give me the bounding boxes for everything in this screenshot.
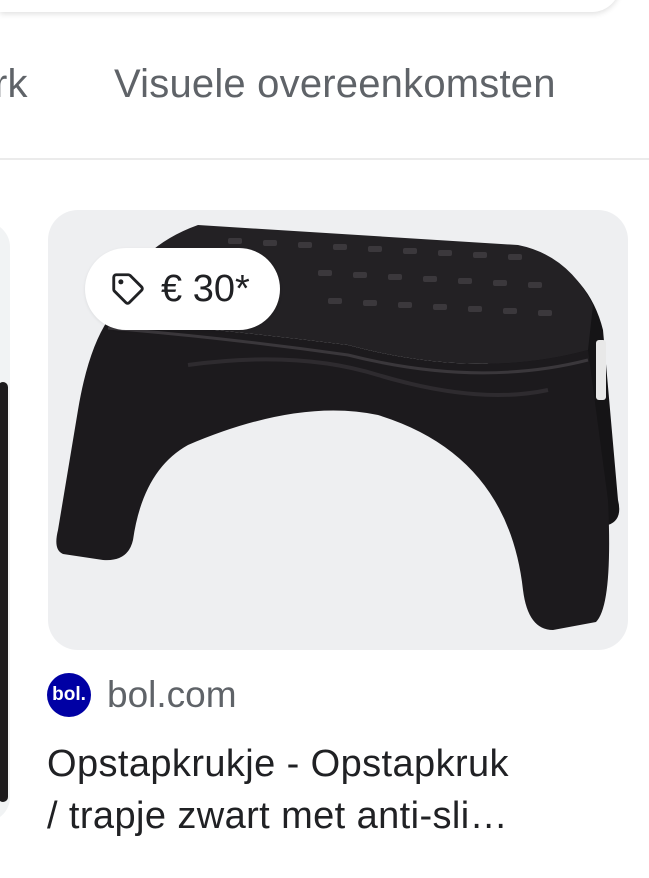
price-text: € 30* [161, 267, 250, 310]
search-bar[interactable] [0, 0, 620, 12]
result-card-previous[interactable] [0, 222, 10, 822]
result-title[interactable]: Opstapkrukje - Opstapkruk / trapje zwart… [47, 738, 627, 842]
result-title-line-2: / trapje zwart met anti-sli… [47, 795, 508, 837]
result-source[interactable]: bol. bol.com [47, 670, 237, 720]
bol-favicon: bol. [47, 673, 91, 717]
visual-search-page: rk Visuele overeenkomsten € 30* bol. bol… [0, 0, 649, 878]
source-name: bol.com [107, 674, 237, 715]
tab-visual-matches[interactable]: Visuele overeenkomsten [114, 62, 556, 107]
result-title-line-1: Opstapkrukje - Opstapkruk [47, 743, 509, 785]
tab-previous[interactable]: rk [0, 62, 28, 107]
price-tag-icon [112, 273, 144, 305]
product-image-partial [0, 382, 8, 802]
tab-bar: rk Visuele overeenkomsten [0, 40, 649, 160]
price-badge[interactable]: € 30* [85, 248, 280, 330]
